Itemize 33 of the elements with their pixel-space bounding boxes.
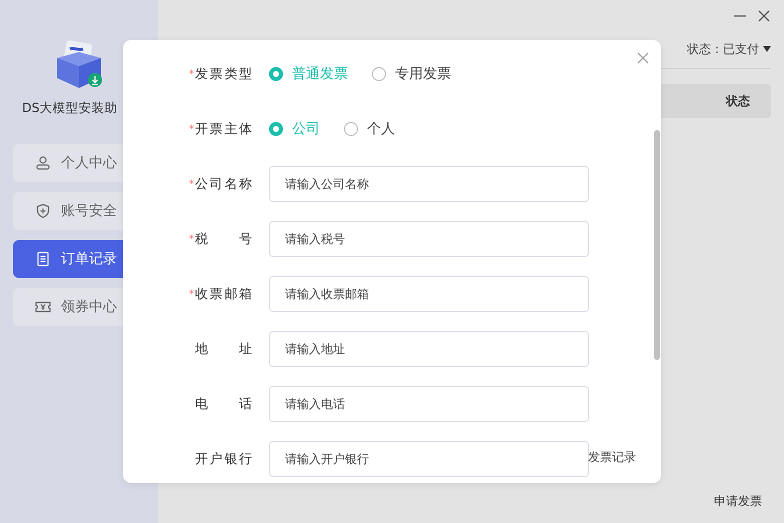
document-icon — [35, 251, 51, 267]
input-field[interactable]: 请输入收票邮箱 — [269, 276, 589, 312]
field-label: 收票邮箱 — [195, 286, 252, 303]
required-mark: * — [189, 124, 195, 134]
input-field[interactable]: 请输入电话 — [269, 386, 589, 422]
invoice-records-link[interactable]: 发票记录 — [588, 449, 636, 466]
caret-icon — [763, 46, 771, 52]
coupon-icon — [35, 299, 51, 315]
radio-option[interactable]: 个人 — [344, 120, 395, 138]
close-icon[interactable] — [757, 9, 771, 23]
required-mark: * — [189, 234, 195, 244]
field-label: 公司名称 — [195, 176, 252, 193]
required-mark: * — [189, 68, 195, 80]
close-icon[interactable] — [637, 52, 649, 64]
app-name: DS大模型安装助 — [22, 100, 118, 117]
field-label: 税号 — [195, 231, 252, 248]
input-field[interactable]: 请输入开户银行 — [269, 441, 589, 477]
required-mark: * — [189, 178, 195, 190]
field-label: 开户银行 — [195, 451, 252, 468]
status-filter[interactable]: 状态：已支付 — [687, 39, 771, 59]
required-mark: * — [189, 288, 195, 300]
field-label: 地址 — [195, 341, 252, 358]
input-field[interactable]: 请输入地址 — [269, 331, 589, 367]
field-label: 开票主体 — [195, 121, 252, 138]
scrollbar-thumb[interactable] — [654, 130, 660, 360]
field-label: 发票类型 — [195, 66, 252, 83]
shield-icon — [35, 203, 51, 219]
input-field[interactable]: 请输入公司名称 — [269, 166, 589, 202]
radio-option[interactable]: 专用发票 — [372, 65, 451, 83]
field-label: 电话 — [195, 396, 252, 413]
apply-invoice-button[interactable]: 申请发票 — [714, 493, 762, 510]
input-field[interactable]: 请输入税号 — [269, 221, 589, 257]
user-icon — [35, 155, 51, 171]
